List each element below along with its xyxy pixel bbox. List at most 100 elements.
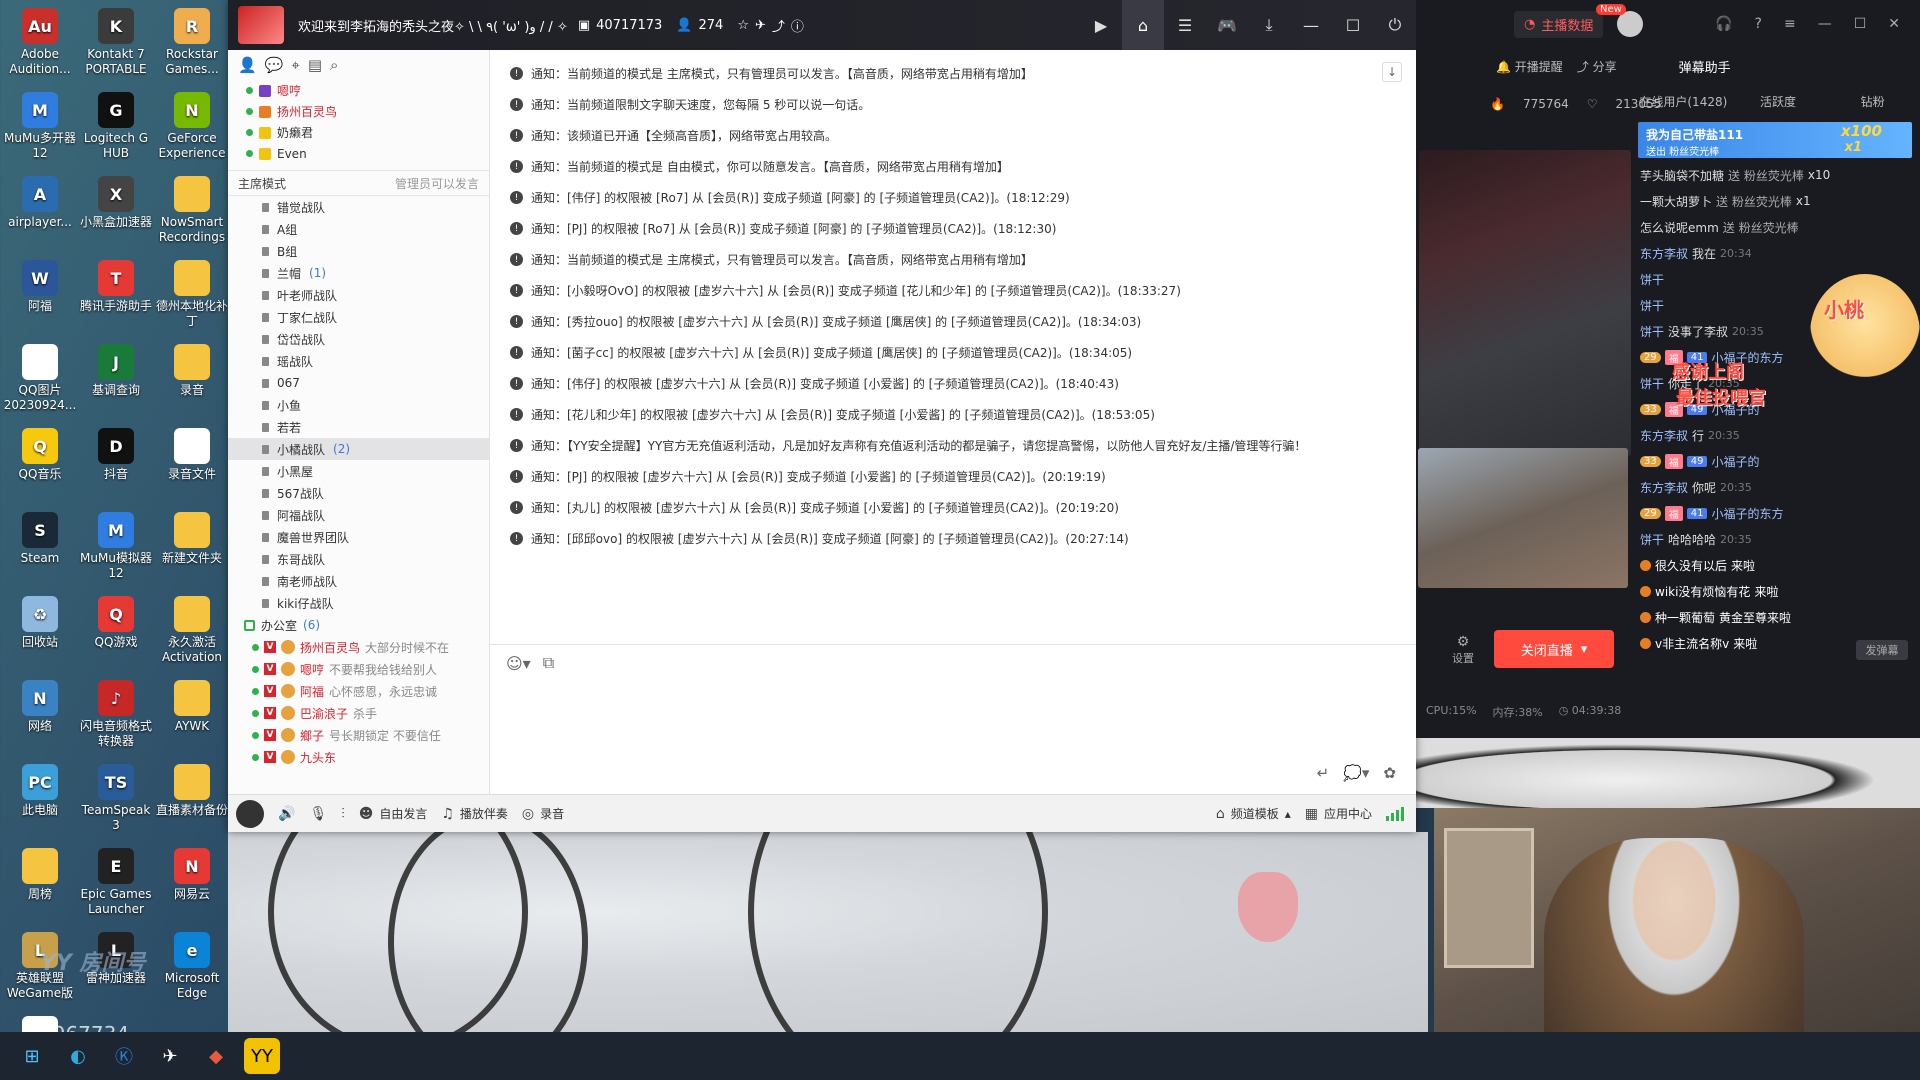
office-member[interactable]: V 扬州百灵鸟 大部分时候不在 [228, 636, 489, 658]
office-member[interactable]: V 阿福 心怀感恩，永远忠诚 [228, 680, 489, 702]
channel-item[interactable]: 岱岱战队 [228, 328, 489, 350]
share-icon[interactable]: ⤴ [772, 16, 785, 35]
close-icon[interactable]: ✕ [1888, 16, 1900, 32]
desktop-icon[interactable]: R Rockstar Games... [154, 8, 230, 77]
desktop-icon[interactable]: N 网易云 [154, 848, 230, 917]
flower-icon[interactable]: ✿ [1383, 764, 1396, 782]
close-live-button[interactable]: 关闭直播 ▾ [1494, 630, 1614, 668]
desktop-icon[interactable]: Q QQ音乐 [2, 428, 78, 497]
desktop-icon[interactable]: W 阿福 [2, 260, 78, 329]
office-member[interactable]: V 巴渝浪子 杀手 [228, 702, 489, 724]
mic-queue-member[interactable]: Even [228, 143, 489, 164]
menu-icon[interactable]: ≡ [1784, 16, 1796, 32]
desktop-icon[interactable]: Q QQ游戏 [78, 596, 154, 665]
info-icon[interactable]: ⓘ [791, 16, 804, 35]
free-speak-button[interactable]: ☻ 自由发言 [359, 805, 428, 822]
settings-button[interactable]: ⚙ 设置 [1452, 634, 1474, 666]
desktop-icon[interactable]: AYWK [154, 680, 230, 749]
channel-item[interactable]: 小鱼 [228, 394, 489, 416]
open-remind-button[interactable]: 🔔 开播提醒 [1496, 58, 1563, 75]
desktop-icon[interactable]: G Logitech G HUB [78, 92, 154, 161]
chat-input-area[interactable]: ☺▾ ⧉ ↵ 💭▾ ✿ [490, 644, 1416, 794]
desktop-icon[interactable]: TS TeamSpeak 3 [78, 764, 154, 833]
gamepad-icon[interactable]: 🎮 [1206, 0, 1248, 50]
danmu-tab[interactable]: 活跃度 [1731, 93, 1826, 110]
chat-icon[interactable]: 💬 [265, 56, 284, 74]
desktop-icon[interactable]: PC 此电脑 [2, 764, 78, 833]
desktop-icon[interactable]: E Epic Games Launcher [78, 848, 154, 917]
desktop-icon[interactable]: Au Adobe Audition... [2, 8, 78, 77]
desktop-icon[interactable]: N 网络 [2, 680, 78, 749]
stream-preview[interactable] [1419, 150, 1631, 456]
send-danmu-button[interactable]: 发弹幕 [1856, 640, 1908, 660]
app-center-button[interactable]: ▦ 应用中心 [1305, 805, 1372, 822]
minimize-icon[interactable]: — [1818, 16, 1832, 32]
record-button[interactable]: ◎ 录音 [522, 805, 564, 822]
scroll-down-icon[interactable]: ↓ [1382, 62, 1402, 82]
office-member[interactable]: V 鄉子 号长期锁定 不要信任 [228, 724, 489, 746]
star-icon[interactable]: ☆ [737, 18, 749, 33]
desktop-icon[interactable]: D 抖音 [78, 428, 154, 497]
maximize-icon[interactable]: ☐ [1332, 0, 1374, 50]
desktop-icon[interactable]: e Microsoft Edge [154, 932, 230, 1001]
power-icon[interactable]: ⏻ [1374, 0, 1416, 50]
channel-item[interactable]: 若若 [228, 416, 489, 438]
desktop-icon[interactable]: ♻ 回收站 [2, 596, 78, 665]
location-icon[interactable]: ⌖ [291, 56, 299, 74]
desktop-icon[interactable]: M MuMu模拟器12 [78, 512, 154, 581]
mic-queue-member[interactable]: 嗯哼 [228, 80, 489, 101]
headset-icon[interactable]: 🎧 [1715, 16, 1732, 32]
channel-item[interactable]: 东哥战队 [228, 548, 489, 570]
channel-item[interactable]: 瑶战队 [228, 350, 489, 372]
desktop-icon[interactable]: QQ图片20230924... [2, 344, 78, 413]
plane-icon[interactable]: ✈ [755, 18, 766, 33]
desktop-icon[interactable]: X 小黑盒加速器 [78, 176, 154, 245]
channel-item[interactable]: B组 [228, 240, 489, 262]
edge-icon[interactable]: ◐ [60, 1038, 96, 1074]
emoji-icon[interactable]: ☺▾ [506, 654, 531, 673]
desktop-icon[interactable]: T 腾讯手游助手 [78, 260, 154, 329]
channel-item[interactable]: A组 [228, 218, 489, 240]
search-icon[interactable]: ⌕ [330, 56, 338, 74]
maximize-icon[interactable]: ☐ [1854, 16, 1867, 32]
yy-app-icon[interactable]: YY [244, 1038, 280, 1074]
download-icon[interactable]: ⤓ [1248, 0, 1290, 50]
desktop-icon[interactable]: 录音 [154, 344, 230, 413]
danmu-tab[interactable]: 在线用户(1428) [1636, 93, 1731, 110]
share-button[interactable]: ⤴ 分享 [1577, 58, 1617, 75]
desktop-icon[interactable]: ♪ 闪电音频格式转换器 [78, 680, 154, 749]
list-icon[interactable]: ☰ [1164, 0, 1206, 50]
channel-item[interactable]: 567战队 [228, 482, 489, 504]
channel-item[interactable]: 魔兽世界团队 [228, 526, 489, 548]
speaker-icon[interactable]: 🔊 [278, 806, 295, 822]
desktop-icon[interactable]: 德州本地化补丁 [154, 260, 230, 329]
channel-item[interactable]: 067 [228, 372, 489, 394]
bubble-icon[interactable]: 💭▾ [1343, 764, 1369, 782]
desktop-icon[interactable]: J 基调查询 [78, 344, 154, 413]
mic-queue-member[interactable]: 奶癞君 [228, 122, 489, 143]
channel-item[interactable]: 叶老师战队 [228, 284, 489, 306]
template-button[interactable]: ⌂ 频道模板 ▴ [1216, 805, 1291, 822]
play-music-button[interactable]: ♫ 播放伴奏 [441, 805, 508, 822]
plane-app-icon[interactable]: ✈ [152, 1038, 188, 1074]
channel-item[interactable]: 阿福战队 [228, 504, 489, 526]
tool-app-icon[interactable]: ◆ [198, 1038, 234, 1074]
home-icon[interactable]: ⌂ [1122, 0, 1164, 50]
channel-item[interactable]: 小黑屋 [228, 460, 489, 482]
streamer-data-button[interactable]: ◔ 主播数据 [1514, 10, 1604, 38]
mic-icon[interactable]: 🎙 [309, 806, 327, 822]
desktop-icon[interactable]: N GeForce Experience [154, 92, 230, 161]
my-avatar[interactable] [236, 799, 264, 828]
image-icon[interactable]: ⧉ [543, 653, 554, 673]
channel-item[interactable]: 丁家仁战队 [228, 306, 489, 328]
mode-bar[interactable]: 主席模式 管理员可以发言 [228, 170, 489, 196]
channel-item[interactable]: 南老师战队 [228, 570, 489, 592]
office-member[interactable]: V 嗯哼 不要帮我给钱给别人 [228, 658, 489, 680]
notes-icon[interactable]: ▤ [308, 56, 322, 74]
channel-item[interactable]: 错觉战队 [228, 196, 489, 218]
user-list-icon[interactable]: 👤 [238, 56, 257, 74]
desktop-icon[interactable]: Aairplayer... [2, 176, 78, 245]
minimize-icon[interactable]: — [1290, 0, 1332, 50]
desktop-icon[interactable]: 录音文件 [154, 428, 230, 497]
danmu-tab[interactable]: 钻粉 [1825, 93, 1920, 110]
